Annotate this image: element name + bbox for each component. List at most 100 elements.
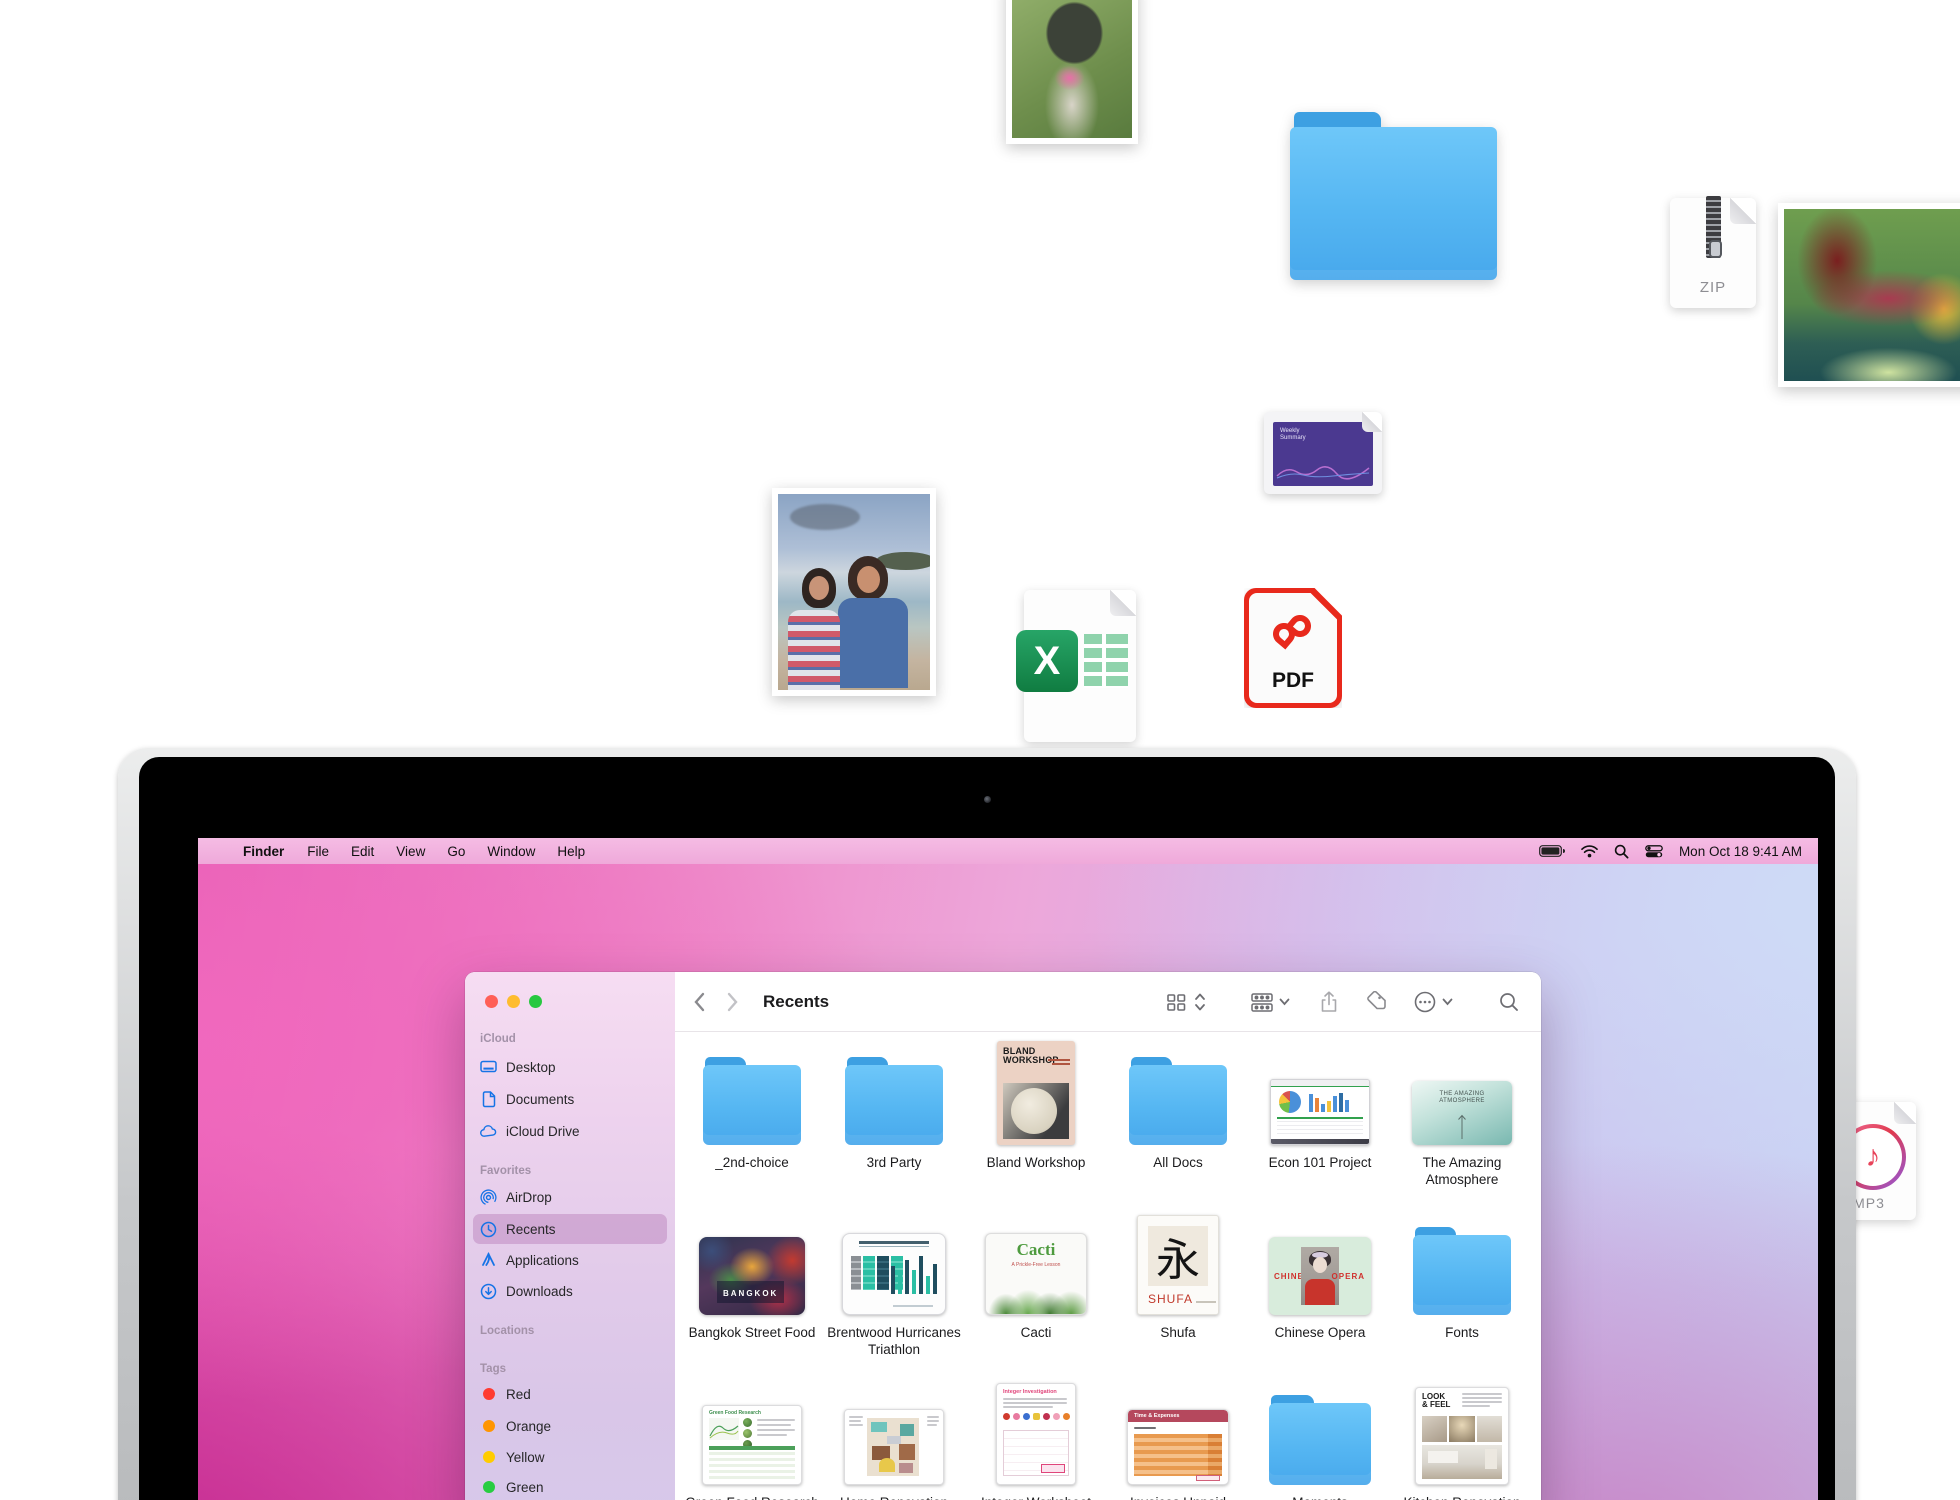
macbook-screen: Finder File Edit View Go Window Help Mon… [198, 838, 1818, 1500]
more-chevron-icon [1442, 998, 1453, 1006]
excel-x-letter: X [1034, 639, 1061, 684]
macbook: Finder File Edit View Go Window Help Mon… [118, 748, 1856, 1500]
finder-sidebar: iCloud Desktop Documents iCloud Drive [465, 972, 675, 1500]
sidebar-tag-red[interactable]: Red [480, 1380, 667, 1408]
zoom-button[interactable] [529, 995, 542, 1008]
menu-app-name[interactable]: Finder [231, 844, 296, 859]
sidebar-tag-green[interactable]: Green [480, 1473, 667, 1500]
sidebar-header-tags: Tags [480, 1359, 506, 1379]
group-chevron-icon [1279, 998, 1290, 1006]
slide-screen: Weekly Summary [1273, 422, 1373, 486]
grid-item[interactable]: THE AMAZING ATMOSPHERE The Amazing Atmos… [1392, 1049, 1532, 1188]
menu-clock[interactable]: Mon Oct 18 9:41 AM [1679, 844, 1802, 859]
grid-item[interactable]: Brentwood Hurricanes Triathlon [824, 1219, 964, 1358]
zip-file[interactable]: ZIP [1670, 198, 1756, 308]
zip-label: ZIP [1670, 279, 1756, 296]
grid-item[interactable]: Cacti A Prickle-Free Lesson Cacti [966, 1219, 1106, 1341]
excel-grid-icon [1084, 634, 1128, 688]
grid-item[interactable]: BLAND WORKSHOP Bland Workshop [966, 1049, 1106, 1171]
battery-icon[interactable] [1539, 845, 1565, 857]
tags-button[interactable] [1366, 991, 1387, 1012]
grid-item[interactable]: CHINESE OPERA Chinese Opera [1250, 1219, 1390, 1341]
sidebar-tag-orange[interactable]: Orange [480, 1412, 667, 1440]
excel-logo: X [1016, 630, 1078, 692]
grid-item[interactable]: BANGKOK Bangkok Street Food [682, 1219, 822, 1341]
folder-icon [1413, 1227, 1511, 1315]
page-fold [1362, 412, 1382, 432]
menu-window[interactable]: Window [476, 844, 546, 859]
grid-item[interactable]: Econ 101 Project [1250, 1049, 1390, 1171]
menu-go[interactable]: Go [436, 844, 476, 859]
pdf-file[interactable]: PDF [1244, 588, 1342, 708]
close-button[interactable] [485, 995, 498, 1008]
red-tag-icon [483, 1388, 495, 1400]
sidebar-item-downloads[interactable]: Downloads [480, 1277, 667, 1305]
more-options-button[interactable] [1413, 990, 1437, 1014]
grid-item[interactable]: Time & Expenses Invoices Unpaid [1108, 1389, 1248, 1500]
sidebar-item-applications[interactable]: Applications [480, 1246, 667, 1274]
page-fold [1730, 198, 1756, 224]
shufa-thumbnail: 永 SHUFA [1137, 1215, 1219, 1315]
slide-thumbnail[interactable]: Weekly Summary [1264, 412, 1382, 494]
grid-view-button[interactable] [1166, 992, 1188, 1012]
grid-item[interactable]: Home Renovation [824, 1389, 964, 1500]
document-icon [480, 1091, 497, 1108]
share-button[interactable] [1320, 991, 1338, 1013]
desktop-folder[interactable] [1290, 112, 1497, 280]
page-fold [1110, 590, 1136, 616]
home-renovation-thumbnail [844, 1409, 944, 1485]
pdf-page: PDF [1249, 593, 1337, 703]
folder-icon [845, 1057, 943, 1145]
amazing-atmosphere-thumbnail: THE AMAZING ATMOSPHERE [1412, 1081, 1512, 1145]
toolbar-search-button[interactable] [1499, 992, 1519, 1012]
grid-item[interactable]: Moments [1250, 1389, 1390, 1500]
zipper-pull [1709, 240, 1722, 258]
grid-item[interactable]: Green Food Research [682, 1389, 822, 1500]
cloud-icon [480, 1123, 497, 1140]
menu-edit[interactable]: Edit [340, 844, 385, 859]
slide-chart [1273, 458, 1373, 482]
grid-item[interactable]: _2nd-choice [682, 1049, 822, 1171]
green-tag-icon [483, 1481, 495, 1493]
menu-help[interactable]: Help [546, 844, 596, 859]
excel-file[interactable]: X [1024, 590, 1136, 742]
forward-button[interactable] [727, 992, 739, 1012]
photo-child[interactable] [1006, 0, 1138, 144]
grid-item[interactable]: Integer Investigation Integer Worksheet [966, 1389, 1106, 1500]
menu-view[interactable]: View [385, 844, 436, 859]
sort-chevrons-button[interactable] [1194, 991, 1206, 1013]
sidebar-item-icloud-drive[interactable]: iCloud Drive [480, 1117, 667, 1145]
control-center-icon[interactable] [1645, 845, 1663, 858]
sidebar-item-documents[interactable]: Documents [480, 1085, 667, 1113]
desktop-icon [480, 1059, 497, 1076]
bangkok-thumbnail: BANGKOK [699, 1237, 805, 1315]
sidebar-item-airdrop[interactable]: AirDrop [480, 1183, 667, 1211]
grid-item[interactable]: 3rd Party [824, 1049, 964, 1171]
folder-icon [703, 1057, 801, 1145]
expenses-thumbnail: Time & Expenses [1127, 1409, 1229, 1485]
sidebar-item-recents[interactable]: Recents [480, 1215, 667, 1243]
desktop-scene: ZIP X Weekly Summary MOV [0, 0, 1960, 1500]
folder-icon [1129, 1057, 1227, 1145]
search-icon[interactable] [1614, 844, 1629, 859]
integer-worksheet-thumbnail: Integer Investigation [996, 1383, 1076, 1485]
back-button[interactable] [693, 992, 705, 1012]
minimize-button[interactable] [507, 995, 520, 1008]
photo-selfie-image [778, 494, 930, 690]
folder-body [1290, 127, 1497, 280]
sidebar-item-desktop[interactable]: Desktop [480, 1053, 667, 1081]
sidebar-tag-yellow[interactable]: Yellow [480, 1443, 667, 1471]
photo-pool[interactable] [1778, 203, 1960, 387]
econ-project-thumbnail [1270, 1079, 1370, 1145]
acrobat-icon [1273, 615, 1311, 649]
group-by-button[interactable] [1250, 992, 1274, 1012]
grid-item[interactable]: All Docs [1108, 1049, 1248, 1171]
finder-window: iCloud Desktop Documents iCloud Drive [465, 972, 1541, 1500]
grid-item[interactable]: 永 SHUFA Shufa [1108, 1219, 1248, 1341]
grid-item[interactable]: LOOK & FEEL [1392, 1389, 1532, 1500]
photo-selfie[interactable] [772, 488, 936, 696]
sidebar-header-favorites: Favorites [480, 1161, 531, 1181]
menu-file[interactable]: File [296, 844, 340, 859]
grid-item[interactable]: Fonts [1392, 1219, 1532, 1341]
wifi-icon[interactable] [1581, 845, 1598, 858]
